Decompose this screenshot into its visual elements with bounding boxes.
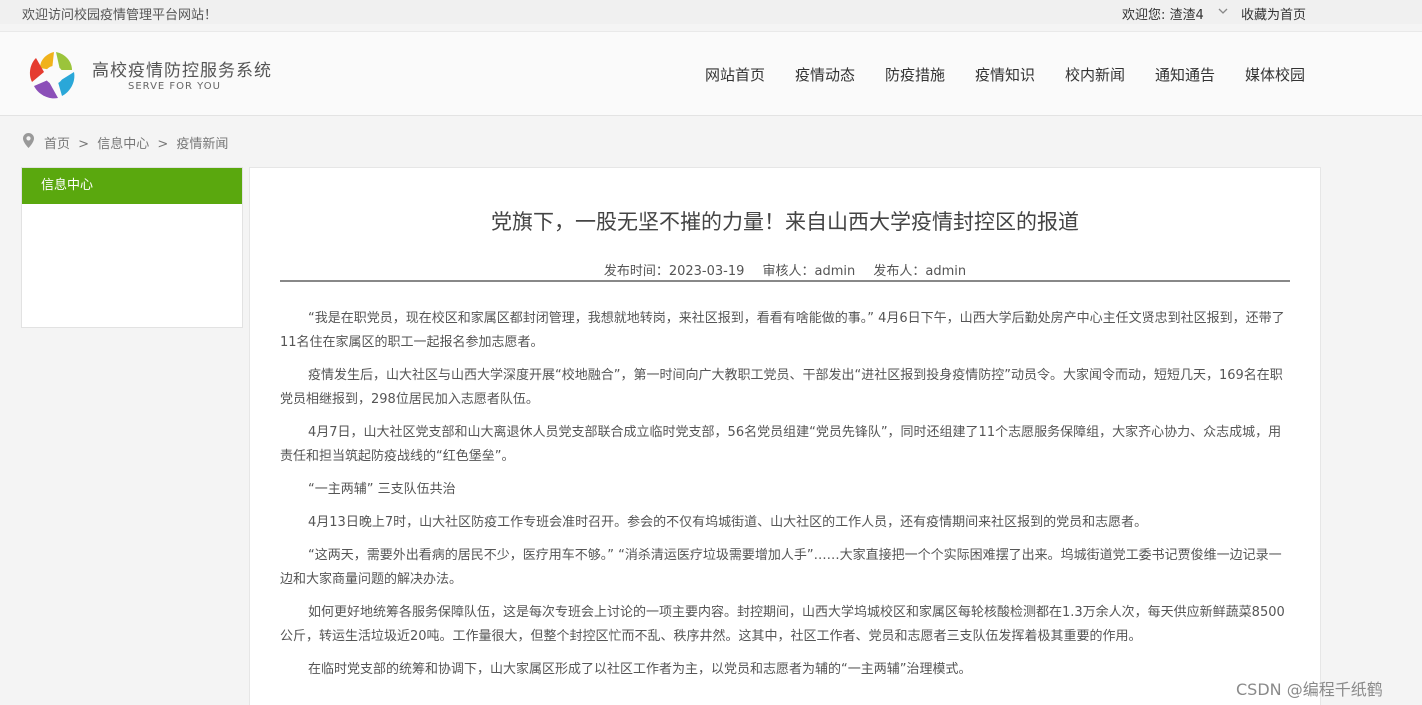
user-menu[interactable]: 欢迎您: 渣渣4 (1122, 4, 1204, 23)
sidebar-item-info-center[interactable]: 信息中心 (22, 168, 242, 204)
welcome-text: 欢迎访问校园疫情管理平台网站！ (22, 8, 218, 23)
article-paragraph: “我是在职党员，现在校区和家属区都封闭管理，我想就地转岗，来社区报到，看看有啥能… (280, 311, 1285, 350)
breadcrumb-info-center[interactable]: 信息中心 (97, 137, 149, 152)
nav-campus-news[interactable]: 校内新闻 (1065, 64, 1125, 85)
pinwheel-logo-icon[interactable] (26, 48, 82, 100)
set-homepage-link[interactable]: 收藏为首页 (1241, 4, 1306, 23)
article-panel: 党旗下，一股无坚不摧的力量！来自山西大学疫情封控区的报道 发布时间：2023-0… (249, 167, 1321, 705)
chevron-down-icon[interactable] (1216, 4, 1230, 18)
breadcrumb: 首页 > 信息中心 > 疫情新闻 (44, 133, 228, 152)
article-paragraph: 在临时党支部的统筹和协调下，山大家属区形成了以社区工作者为主，以党员和志愿者为辅… (308, 662, 972, 677)
article-paragraph: 4月13日晚上7时，山大社区防疫工作专班会准时召开。参会的不仅有坞城街道、山大社… (308, 515, 1148, 530)
sidebar: 信息中心 (21, 167, 243, 328)
site-title: 高校疫情防控服务系统 (92, 61, 272, 81)
publish-time: 发布时间：2023-03-19 (603, 264, 745, 279)
site-header: 高校疫情防控服务系统 SERVE FOR YOU 网站首页 疫情动态 防疫措施 … (0, 31, 1422, 116)
breadcrumb-epidemic-news[interactable]: 疫情新闻 (176, 137, 228, 152)
reviewer: 审核人：admin (762, 264, 856, 279)
article-paragraph: 4月7日，山大社区党支部和山大离退休人员党支部联合成立临时党支部，56名党员组建… (280, 425, 1282, 464)
nav-epidemic-news[interactable]: 疫情动态 (795, 64, 855, 85)
article-body: “我是在职党员，现在校区和家属区都封闭管理，我想就地转岗，来社区报到，看看有啥能… (280, 307, 1292, 691)
nav-notices[interactable]: 通知通告 (1155, 64, 1215, 85)
title-divider (280, 280, 1290, 282)
site-subtitle: SERVE FOR YOU (128, 81, 221, 92)
csdn-watermark: CSDN @编程千纸鹤 (1236, 680, 1383, 699)
nav-prevention-measures[interactable]: 防疫措施 (885, 64, 945, 85)
article-meta: 发布时间：2023-03-19 审核人：admin 发布人：admin (250, 260, 1320, 279)
article-paragraph: “这两天，需要外出看病的居民不少，医疗用车不够。” “消杀清运医疗垃圾需要增加人… (280, 548, 1282, 587)
breadcrumb-separator: > (157, 137, 169, 152)
nav-home[interactable]: 网站首页 (705, 64, 765, 85)
nav-media-campus[interactable]: 媒体校园 (1245, 64, 1305, 85)
breadcrumb-separator: > (78, 137, 90, 152)
article-paragraph: 疫情发生后，山大社区与山西大学深度开展“校地融合”，第一时间向广大教职工党员、干… (280, 368, 1283, 407)
top-bar: 欢迎访问校园疫情管理平台网站！ 欢迎您: 渣渣4 收藏为首页 (0, 0, 1422, 24)
article-paragraph: 如何更好地统筹各服务保障队伍，这是每次专班会上讨论的一项主要内容。封控期间，山西… (280, 605, 1285, 644)
article-subheading: “一主两辅” 三支队伍共治 (308, 482, 456, 497)
article-title: 党旗下，一股无坚不摧的力量！来自山西大学疫情封控区的报道 (491, 210, 1079, 234)
map-pin-icon (23, 133, 34, 148)
nav-epidemic-knowledge[interactable]: 疫情知识 (975, 64, 1035, 85)
publisher: 发布人：admin (873, 264, 967, 279)
breadcrumb-home[interactable]: 首页 (44, 137, 70, 152)
